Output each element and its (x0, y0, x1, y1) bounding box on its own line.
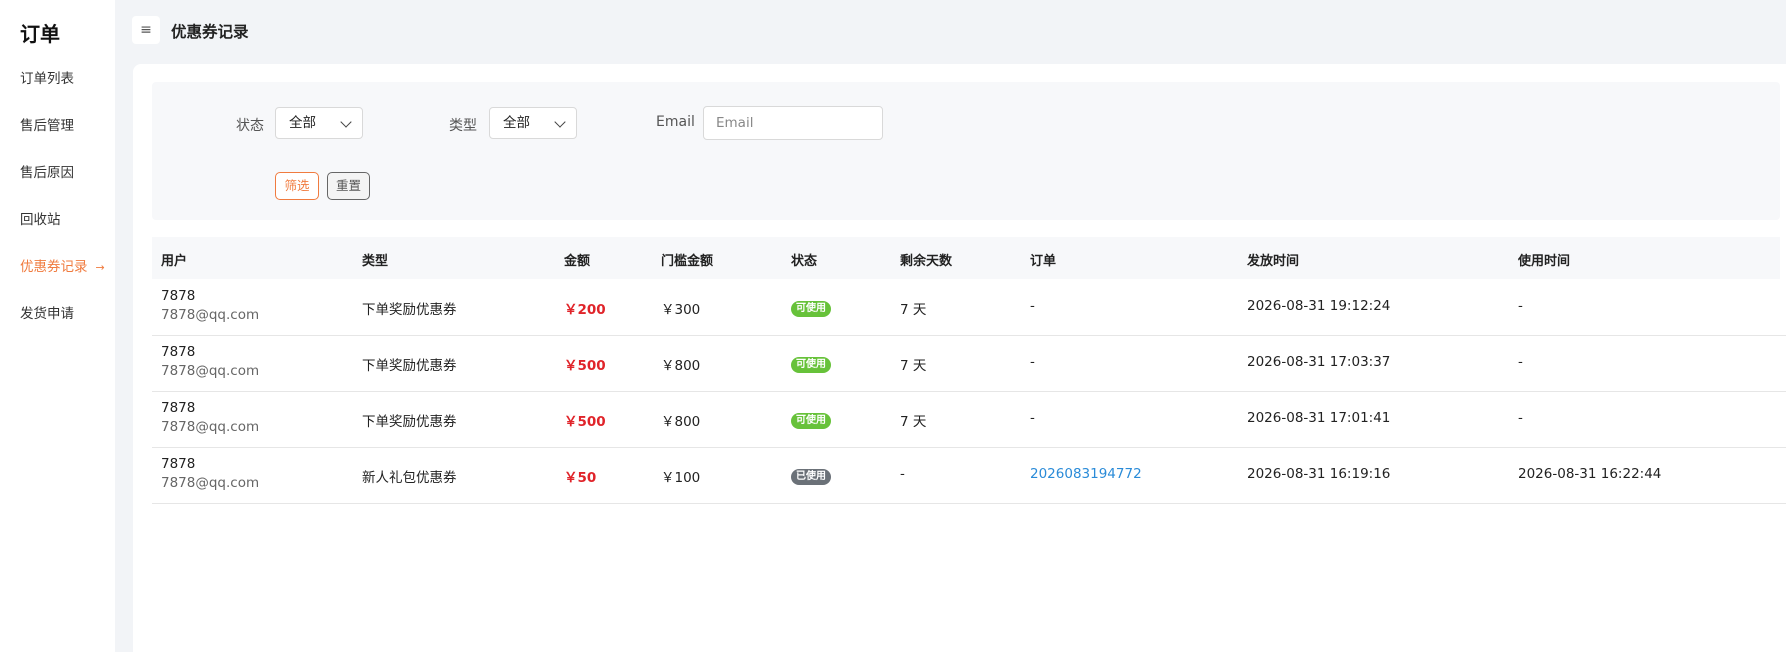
sidebar-item-label: 优惠券记录 (20, 259, 88, 275)
column-header-order: 订单 (1030, 254, 1057, 269)
column-header-status: 状态 (791, 254, 818, 269)
user-id: 7878 (161, 288, 196, 304)
user-id: 7878 (161, 456, 196, 472)
sidebar-item-order-list[interactable]: 订单列表 (20, 67, 74, 87)
column-header-days-left: 剩余天数 (900, 254, 953, 269)
email-filter-label: Email (656, 114, 695, 130)
days-left: 7 天 (900, 302, 927, 318)
user-id: 7878 (161, 344, 196, 360)
used-at: - (1518, 298, 1523, 314)
table-row: 7878 7878@qq.com 下单奖励优惠券 ￥500 ￥800 可使用 7… (152, 336, 1786, 392)
sidebar-item-label: 售后管理 (20, 118, 74, 134)
sidebar-item-coupon-records[interactable]: 优惠券记录 → (20, 255, 105, 275)
topbar: ≡ 优惠券记录 (115, 0, 1786, 62)
sidebar-item-shipping-requests[interactable]: 发货申请 (20, 302, 74, 322)
threshold-amount: ￥100 (661, 470, 701, 486)
hamburger-icon: ≡ (140, 22, 152, 38)
sidebar: 订单 订单列表 售后管理 售后原因 回收站 优惠券记录 → 发货申请 (0, 0, 115, 652)
chevron-down-icon (340, 116, 352, 128)
threshold-amount: ￥800 (661, 358, 701, 374)
column-header-used-at: 使用时间 (1518, 254, 1571, 269)
user-email: 7878@qq.com (161, 419, 260, 435)
type-select-value: 全部 (503, 115, 530, 131)
threshold-amount: ￥800 (661, 414, 701, 430)
order-number: - (1030, 298, 1035, 314)
status-badge: 已使用 (791, 469, 831, 485)
type-filter-label: 类型 (449, 118, 477, 134)
user-email: 7878@qq.com (161, 475, 260, 491)
arrow-right-icon: → (95, 261, 105, 274)
order-number: - (1030, 410, 1035, 426)
table-row: 7878 7878@qq.com 下单奖励优惠券 ￥500 ￥800 可使用 7… (152, 392, 1786, 448)
user-email: 7878@qq.com (161, 307, 260, 323)
status-select-value: 全部 (289, 115, 316, 131)
user-email: 7878@qq.com (161, 363, 260, 379)
table-header: 用户 类型 金额 门槛金额 状态 剩余天数 订单 发放时间 使用时间 (152, 237, 1780, 279)
sidebar-item-label: 售后原因 (20, 165, 74, 181)
days-left: - (900, 466, 905, 482)
coupon-type: 新人礼包优惠券 (362, 470, 457, 486)
reset-button[interactable]: 重置 (327, 172, 370, 200)
issued-at: 2026-08-31 19:12:24 (1247, 298, 1391, 314)
table-row: 7878 7878@qq.com 新人礼包优惠券 ￥50 ￥100 已使用 - … (152, 448, 1786, 504)
used-at: - (1518, 354, 1523, 370)
column-header-threshold: 门槛金额 (661, 254, 714, 269)
status-badge: 可使用 (791, 357, 831, 373)
days-left: 7 天 (900, 414, 927, 430)
filter-box: 状态 全部 类型 全部 Email 筛选 重置 (152, 82, 1780, 220)
sidebar-brand: 订单 (20, 22, 60, 46)
used-at: 2026-08-31 16:22:44 (1518, 466, 1662, 482)
issued-at: 2026-08-31 17:03:37 (1247, 354, 1391, 370)
sidebar-item-label: 订单列表 (20, 71, 74, 87)
chevron-down-icon (554, 116, 566, 128)
coupon-type: 下单奖励优惠券 (362, 414, 457, 430)
coupon-amount: ￥200 (564, 302, 606, 318)
sidebar-item-label: 回收站 (20, 212, 61, 228)
sidebar-item-after-sales-reasons[interactable]: 售后原因 (20, 161, 74, 181)
coupon-type: 下单奖励优惠券 (362, 302, 457, 318)
menu-toggle-button[interactable]: ≡ (132, 16, 160, 44)
coupon-amount: ￥50 (564, 470, 597, 486)
type-select[interactable]: 全部 (489, 107, 577, 139)
main-panel: 状态 全部 类型 全部 Email 筛选 重置 用户 类型 金额 门槛金额 状态… (133, 64, 1786, 652)
days-left: 7 天 (900, 358, 927, 374)
column-header-user: 用户 (161, 254, 188, 269)
threshold-amount: ￥300 (661, 302, 701, 318)
table-row: 7878 7878@qq.com 下单奖励优惠券 ￥200 ￥300 可使用 7… (152, 280, 1786, 336)
coupon-type: 下单奖励优惠券 (362, 358, 457, 374)
email-input[interactable] (703, 106, 883, 140)
status-badge: 可使用 (791, 301, 831, 317)
status-badge: 可使用 (791, 413, 831, 429)
user-id: 7878 (161, 400, 196, 416)
filter-button[interactable]: 筛选 (275, 172, 319, 200)
issued-at: 2026-08-31 16:19:16 (1247, 466, 1391, 482)
sidebar-item-after-sales[interactable]: 售后管理 (20, 114, 74, 134)
column-header-amount: 金额 (564, 254, 591, 269)
column-header-type: 类型 (362, 254, 389, 269)
sidebar-item-recycle-bin[interactable]: 回收站 (20, 208, 61, 228)
column-header-issued-at: 发放时间 (1247, 254, 1300, 269)
used-at: - (1518, 410, 1523, 426)
page-title: 优惠券记录 (171, 23, 249, 41)
status-select[interactable]: 全部 (275, 107, 363, 139)
coupon-amount: ￥500 (564, 414, 606, 430)
order-number: - (1030, 354, 1035, 370)
status-filter-label: 状态 (236, 118, 264, 134)
sidebar-item-label: 发货申请 (20, 306, 74, 322)
order-link[interactable]: 2026083194772 (1030, 466, 1142, 482)
coupon-amount: ￥500 (564, 358, 606, 374)
issued-at: 2026-08-31 17:01:41 (1247, 410, 1391, 426)
